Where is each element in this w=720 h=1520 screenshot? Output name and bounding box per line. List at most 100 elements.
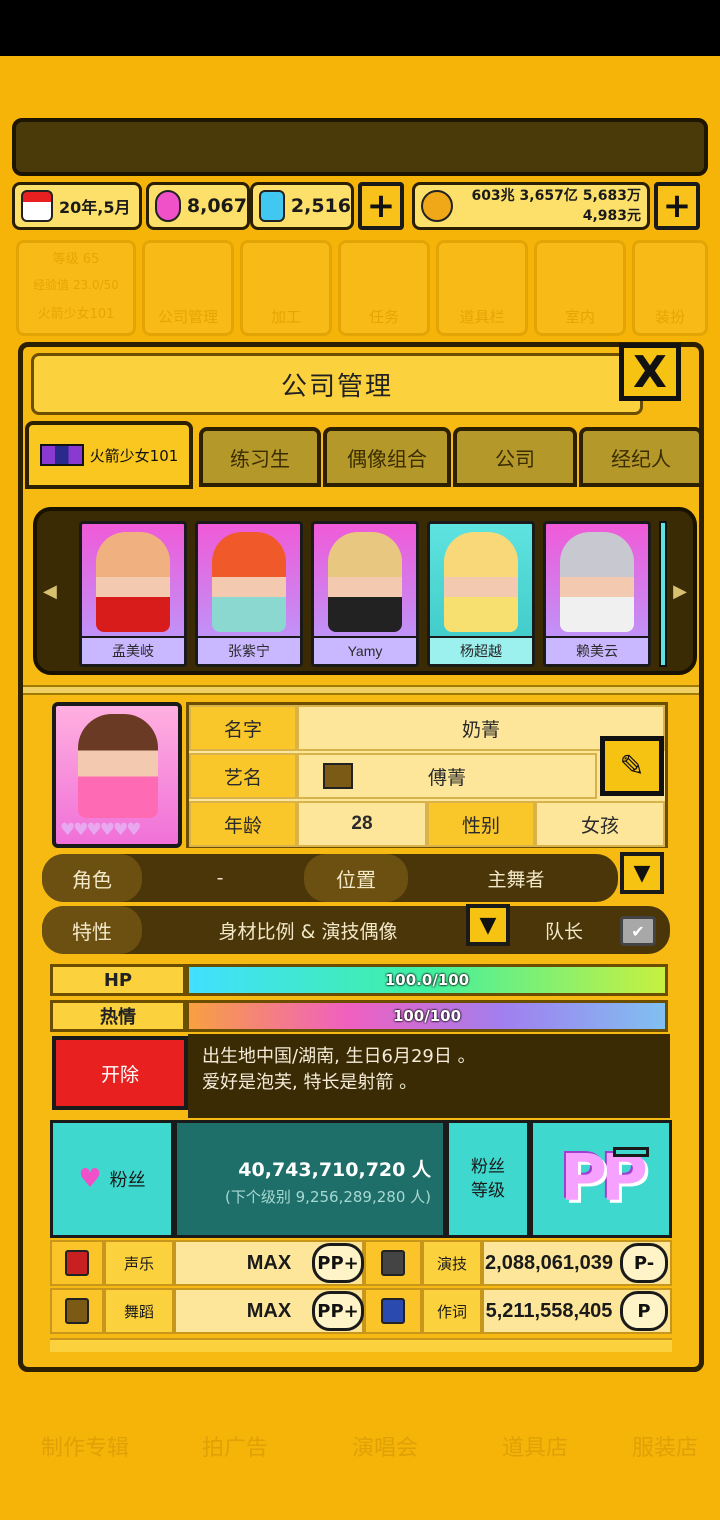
stage-name-label: 艺名 [189,753,297,799]
passion-value: 100/100 [392,1007,462,1025]
trait-row: 特性 身材比例 & 演技偶像 队长 [42,906,670,954]
stat-name: 演技 [422,1240,482,1286]
member-card-selected[interactable]: 杨超越 [427,521,535,667]
camera-icon [381,1250,405,1276]
age-value: 28 [297,801,427,847]
exp-label: 经验值 [33,278,70,293]
scroll-right-icon[interactable]: ▶ [673,581,687,602]
trait-dropdown-button[interactable]: ▼ [466,904,510,946]
passion-bar: 100/100 [186,1000,668,1032]
captain-toggle[interactable]: ✔ [620,916,656,946]
member-card[interactable]: Yamy [311,521,419,667]
edit-name-button[interactable]: ✎ [600,736,664,796]
profile-description: 出生地中国/湖南, 生日6月29日 。 爱好是泡芙, 特长是射箭 。 [188,1034,670,1118]
age-label: 年龄 [189,801,297,847]
stat-grade-badge: PP+ [312,1291,364,1331]
minus-icon [613,1147,649,1157]
date-text: 20年,5月 [59,198,131,217]
fans-label-cell: ♥ 粉丝 [50,1120,174,1238]
pencil-icon: ✎ [619,748,645,784]
fire-button[interactable]: 开除 [52,1036,188,1110]
resource-bar: 20年,5月 8,067 2,516 + 603兆 3,657亿 5,683万 … [12,182,708,232]
group-icon [39,444,84,466]
tab-trainees[interactable]: 练习生 [199,427,321,487]
stat-grade-badge: P- [620,1243,668,1283]
gender-label: 性别 [427,801,535,847]
member-portrait [560,532,634,632]
lyrics-stat-icon-cell [364,1288,422,1334]
fan-level-label-1: 粉丝 [471,1157,505,1177]
bottom-item-clothing-shop: 服装店 [600,1370,720,1480]
trait-value: 身材比例 & 演技偶像 [218,920,398,943]
hp-label: HP [50,964,186,996]
fans-value-cell: 40,743,710,720 人 (下个级别 9,256,289,280 人) [174,1120,446,1238]
blue-gem-value: 2,516 [290,195,351,217]
stat-grade-badge: PP+ [312,1243,364,1283]
blue-gem-icon [259,190,285,222]
fans-next-level: (下个级别 9,256,289,280 人) [225,1188,431,1206]
check-icon: ✔ [631,921,645,941]
pink-gem-icon [155,190,181,222]
panel-bottom-edge [18,1352,704,1372]
status-bar [0,0,720,56]
stat-name: 舞蹈 [104,1288,174,1334]
tab-label: 公司 [495,446,535,471]
tab-group[interactable]: 火箭少女101 [25,421,193,489]
add-money-button[interactable]: + [654,182,700,230]
pink-gem-value: 8,067 [186,195,247,217]
blue-gem-counter: 2,516 [250,182,354,230]
microphone-icon [65,1250,89,1276]
date-display: 20年,5月 [12,182,142,230]
tab-manager[interactable]: 经纪人 [579,427,703,487]
level-panel: 等级 65 经验值 23.0/50 火箭少女101 [16,240,136,336]
member-card[interactable]: 张紫宁 [195,521,303,667]
profile-avatar: ♥♥♥♥♥♥ [52,702,182,848]
stat-name: 作词 [422,1288,482,1334]
acting-stat-icon-cell [364,1240,422,1286]
member-card[interactable]: 赖美云 [543,521,651,667]
member-card[interactable]: 孟美岐 [79,521,187,667]
position-value: 主舞者 [487,868,545,891]
hp-bar: 100.0/100 [186,964,668,996]
bottom-label: 制作专辑 [40,1436,129,1461]
fans-count: 40,743,710,720 人 [238,1159,431,1181]
next-member-card-edge [659,521,667,667]
name-label: 名字 [189,705,297,751]
stat-row: 声乐 MAX PP+ 演技 2,088,061,039 P- [50,1240,672,1286]
panel-tabs: 火箭少女101 练习生 偶像组合 公司 经纪人 [23,421,709,489]
menu-dress: 装扮 [632,240,708,336]
bottom-item-concert: 演唱会 [320,1370,450,1480]
description-line-2: 爱好是泡芙, 特长是射箭 。 [202,1072,418,1093]
member-carousel: ◀ ▶ 孟美岐 张紫宁 Yamy 杨超越 赖美云 [33,507,697,675]
background-menu: 等级 65 经验值 23.0/50 火箭少女101 公司管理 加工 任务 道具栏… [12,240,708,340]
calendar-icon [21,190,53,222]
profile-info-grid: 名字 奶菁 艺名 傅菁 年龄 28 性别 女孩 [186,702,668,848]
stage-name-cell: 傅菁 [297,753,597,799]
pen-icon [381,1298,405,1324]
add-gems-button[interactable]: + [358,182,404,230]
tab-label: 火箭少女101 [89,446,179,465]
menu-indoor: 室内 [534,240,626,336]
tab-company[interactable]: 公司 [453,427,577,487]
trait-label: 特性 [42,906,142,954]
tab-label: 经纪人 [611,446,671,471]
menu-company: 公司管理 [142,240,234,336]
scroll-left-icon[interactable]: ◀ [43,581,57,602]
exp-value: 23.0/50 [72,278,119,293]
position-dropdown-button[interactable]: ▼ [620,852,664,894]
panel-title-text: 公司管理 [280,371,393,402]
tab-idol-groups[interactable]: 偶像组合 [323,427,451,487]
role-value: - [216,867,224,889]
member-name: 张紫宁 [198,636,300,664]
vocal-stat-icon-cell [50,1240,104,1286]
member-portrait [96,532,170,632]
stat-row-partial [50,1338,672,1352]
section-divider [23,685,699,695]
bottom-label: 拍广告 [201,1436,268,1461]
fans-section: ♥ 粉丝 40,743,710,720 人 (下个级别 9,256,289,28… [50,1120,672,1240]
close-button[interactable]: X [619,343,681,401]
fans-label: 粉丝 [109,1170,146,1191]
pink-gem-counter: 8,067 [146,182,250,230]
level-value: 65 [82,251,100,267]
position-label: 位置 [304,854,408,902]
